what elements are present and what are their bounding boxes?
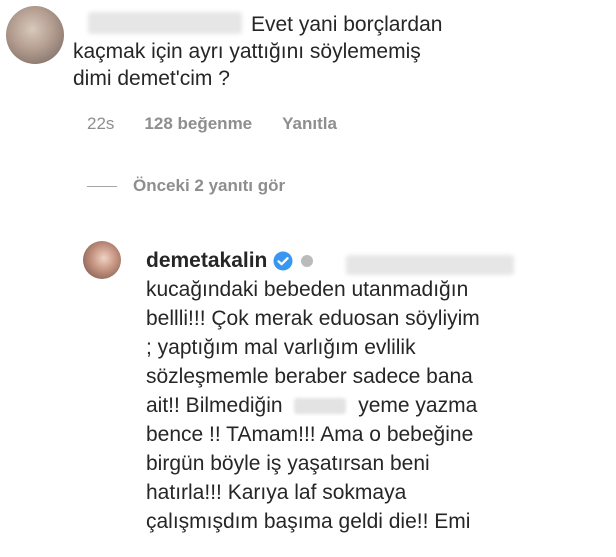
mention-icon <box>301 255 314 267</box>
reply-line: çalışmışdım başıma geldi die!! Emi <box>146 510 471 533</box>
comment-line: Evet yani borçlardan <box>251 13 443 36</box>
verified-badge-icon <box>273 251 293 271</box>
comment-line: kaçmak için ayrı yattığını söylememiş <box>73 40 421 63</box>
reply-line-part: yeme yazma <box>358 394 478 417</box>
redacted-word <box>294 398 347 414</box>
reply-line: sözleşmemle beraber sadece bana <box>146 365 473 388</box>
likes-count[interactable]: 128 beğenme <box>144 114 252 134</box>
view-previous-replies[interactable]: Önceki 2 yanıtı gör <box>87 176 285 196</box>
comment-text: Evet yani borçlardan kaçmak için ayrı ya… <box>73 11 613 92</box>
commenter-avatar[interactable] <box>6 6 64 64</box>
reply-line: ; yaptığım mal varlığım evlilik <box>146 336 416 359</box>
reply-text: kucağındaki bebeden utanmadığın bellli!!… <box>146 276 616 537</box>
comment-line: dimi demet'cim ? <box>73 67 230 90</box>
reply-line: hatırla!!! Karıya laf sokmaya <box>146 481 407 504</box>
reply-avatar[interactable] <box>83 241 121 279</box>
reply-line: birgün böyle iş yaşatırsan beni <box>146 452 430 475</box>
divider-line <box>87 185 117 187</box>
comment-meta: 22s 128 beğenme Yanıtla <box>87 114 337 134</box>
reply-username-row: demetakalin <box>146 249 314 273</box>
reply-username[interactable]: demetakalin <box>146 249 267 273</box>
reply-line: kucağındaki bebeden utanmadığın <box>146 278 469 301</box>
reply-line: bellli!!! Çok merak eduosan söyliyim <box>146 307 480 330</box>
reply-line-part: ait!! Bilmediğin <box>146 394 283 417</box>
reply-line: bence !! TAmam!!! Ama o bebeğine <box>146 423 474 446</box>
redacted-mention <box>346 255 514 275</box>
reply-button[interactable]: Yanıtla <box>282 114 337 134</box>
view-replies-label: Önceki 2 yanıtı gör <box>133 176 286 195</box>
comment-time: 22s <box>87 114 115 133</box>
reply-line: ait!! Bilmediğin yeme yazma <box>146 392 616 421</box>
